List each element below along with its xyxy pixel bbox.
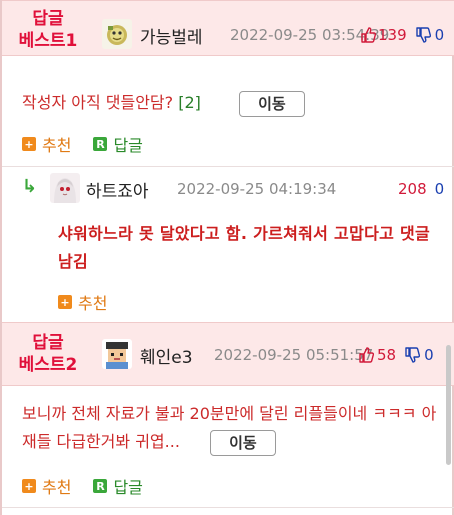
thumb-up-icon[interactable] (358, 347, 375, 363)
nickname[interactable]: 가능벌레 (140, 23, 203, 48)
anime-avatar-icon (50, 173, 80, 203)
down-count: 0 (434, 26, 445, 44)
up-count: 58 (377, 346, 397, 364)
scrollbar[interactable] (446, 345, 451, 465)
thumb-up-icon[interactable] (360, 27, 377, 43)
best-label-line1: 답글 (32, 333, 64, 353)
down-count: 0 (424, 346, 434, 364)
pixel-avatar-icon (102, 339, 132, 369)
nickname[interactable]: 훼인e3 (140, 343, 193, 368)
up-count: 208 (398, 180, 427, 198)
reply-label: 답글 (113, 136, 143, 155)
plus-icon: + (22, 137, 36, 151)
recommend-label: 추천 (78, 294, 108, 313)
thumb-down-icon[interactable] (415, 27, 431, 43)
reply-count[interactable]: [2] (178, 93, 201, 112)
best-label-line1: 답글 (32, 9, 64, 29)
comment-actions: + 추천 R 답글 (22, 474, 165, 498)
best-label-line2: 베스트2 (18, 355, 78, 375)
divider (2, 166, 454, 167)
avatar[interactable] (102, 339, 132, 369)
nickname[interactable]: 하트죠아 (86, 177, 149, 202)
vote-area: 58 0 (358, 346, 434, 364)
reply-actions: + 추천 (58, 290, 129, 314)
comment-date: 2022-09-25 05:51:57 (214, 346, 374, 364)
recommend-label: 추천 (42, 136, 72, 155)
recommend-label: 추천 (42, 478, 72, 497)
down-count: 0 (434, 180, 445, 198)
move-button[interactable]: 이동 (210, 429, 276, 456)
vote-area: 208 0 (398, 180, 444, 198)
recommend-button[interactable]: + 추천 (22, 132, 71, 156)
recommend-button[interactable]: + 추천 (58, 290, 107, 314)
best-label-1: 답글 베스트1 (2, 8, 94, 52)
avatar[interactable] (102, 19, 132, 49)
best-comment-2-header: 답글 베스트2 훼인e3 2022-09-25 05:51:57 58 0 (2, 322, 454, 386)
bug-avatar-icon (102, 19, 132, 49)
plus-icon: + (22, 479, 36, 493)
reply-button[interactable]: R 답글 (93, 474, 143, 498)
reply-arrow-icon: ↳ (22, 176, 38, 197)
comment-content: 작성자 아직 댓들안담? [2] 이동 (22, 89, 305, 117)
up-count: 139 (378, 26, 407, 44)
r-badge-icon: R (93, 137, 108, 151)
move-button[interactable]: 이동 (239, 90, 305, 117)
r-badge-icon: R (93, 479, 108, 493)
reply-button[interactable]: R 답글 (93, 132, 143, 156)
best-label-line2: 베스트1 (18, 31, 78, 51)
recommend-button[interactable]: + 추천 (22, 474, 71, 498)
reply-text: 샤워하느라 못 달았다고 함. 가르쳐줘서 고맙다고 댓글 남김 (58, 224, 431, 271)
avatar[interactable] (50, 173, 80, 203)
plus-icon: + (58, 295, 72, 309)
comment-actions: + 추천 R 답글 (22, 132, 165, 156)
reply-label: 답글 (113, 478, 143, 497)
divider (2, 507, 454, 508)
comment-content: 보니까 전체 자료가 불과 20분만에 달린 리플들이네 ㅋㅋㅋ 아재들 다급한… (22, 400, 442, 456)
vote-area: 139 0 (360, 26, 444, 44)
best-label-2: 답글 베스트2 (2, 332, 94, 376)
comment-text: 작성자 아직 댓들안담? (22, 93, 174, 112)
best-comment-1-header: 답글 베스트1 가능벌레 2022-09-25 03:54:39 139 0 (2, 0, 454, 56)
thumb-down-icon[interactable] (404, 347, 421, 363)
comment-panel: 답글 베스트1 가능벌레 2022-09-25 03:54:39 139 0 작… (0, 0, 454, 515)
comment-date: 2022-09-25 04:19:34 (177, 180, 337, 198)
